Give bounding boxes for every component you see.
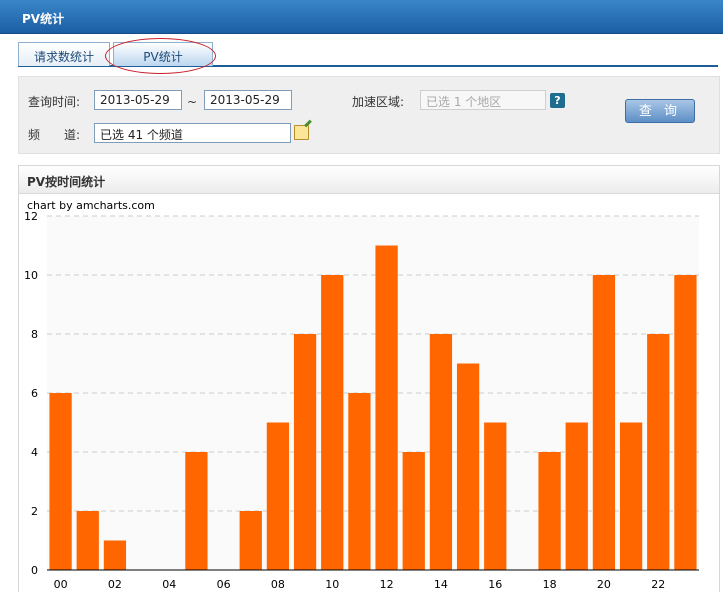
bar [565,422,588,570]
query-time-label: 查询时间: [28,95,81,109]
filter-panel: 查询时间: 2013-05-29 ~ 2013-05-29 加速区域: 已选 1… [18,76,720,154]
window-title: PV统计 [0,0,723,34]
bar [592,275,616,570]
tab-bar: 请求数统计 PV统计 [18,42,718,67]
query-button[interactable]: 查 询 [625,99,695,123]
bar [619,422,643,570]
y-tick-label: 2 [31,505,38,518]
x-tick-label: 12 [380,578,394,591]
x-tick-label: 02 [108,578,122,591]
chart-panel: PV按时间统计 chart by amcharts.com 0 2 4 6 8 10 12 0… [18,165,720,592]
tab-pv-stats[interactable]: PV统计 [113,42,213,66]
bar [402,452,425,570]
region-label: 加速区域: [352,95,405,109]
bar-chart: 02468101200 02 04 06 08 10 12 14 16 18 20 22 [24,210,699,591]
bar [266,422,290,570]
bar [375,245,398,570]
bar [456,363,480,570]
y-tick-label: 0 [31,564,38,577]
y-tick-label: 8 [31,328,38,341]
bar [185,452,208,570]
x-tick-label: 04 [162,578,176,591]
bar [429,334,453,570]
date-range-separator: ~ [187,95,198,109]
edit-picker-icon[interactable] [294,125,309,140]
start-date-input[interactable]: 2013-05-29 [94,90,182,110]
x-tick-label: 08 [271,578,285,591]
bar [76,511,99,570]
x-tick-label: 20 [597,578,611,591]
bar [484,422,507,570]
end-date-input[interactable]: 2013-05-29 [204,90,292,110]
bar [647,334,670,570]
channel-label-part1: 频 [28,128,41,142]
y-tick-label: 6 [31,387,38,400]
bar [321,275,344,570]
x-tick-label: 18 [543,578,557,591]
bar [49,393,72,570]
bar [293,334,317,570]
x-tick-label: 22 [651,578,665,591]
y-tick-label: 4 [31,446,38,459]
channel-label-part2: 道: [64,128,81,142]
bar [348,393,371,570]
x-tick-label: 06 [217,578,231,591]
y-tick-label: 12 [24,210,38,223]
x-tick-label: 16 [488,578,502,591]
bar [239,511,262,570]
help-icon[interactable]: ? [550,93,565,108]
x-tick-label: 10 [325,578,339,591]
bar [103,540,127,570]
y-tick-label: 10 [24,269,38,282]
x-tick-label: 00 [54,578,68,591]
x-tick-label: 14 [434,578,448,591]
channel-input[interactable]: 已选 41 个频道 [94,123,291,143]
bar [538,452,561,570]
region-input: 已选 1 个地区 [420,90,546,110]
bar [674,275,697,570]
tab-request-count[interactable]: 请求数统计 [18,42,110,66]
